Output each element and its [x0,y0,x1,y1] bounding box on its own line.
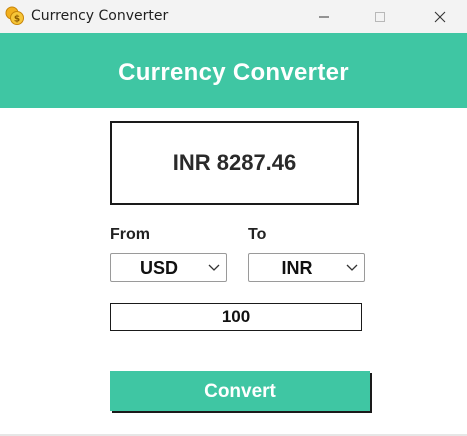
chevron-down-icon [346,264,358,271]
window-title: Currency Converter [31,8,169,24]
chevron-down-icon [208,264,220,271]
close-button[interactable] [417,0,463,33]
from-currency-select[interactable]: USD [110,253,227,282]
from-currency-value: USD [139,258,178,278]
close-icon [434,11,446,23]
to-label: To [248,226,267,243]
maximize-icon [375,12,385,22]
title-bar[interactable]: $ Currency Converter [0,0,467,33]
amount-input[interactable] [110,303,362,331]
convert-button[interactable]: Convert [110,371,370,411]
app-window: $ Currency Converter Currency Converter … [0,0,467,436]
maximize-button[interactable] [357,0,403,33]
result-text: INR 8287.46 [172,150,297,175]
from-label: From [110,226,150,243]
page-title: Currency Converter [118,59,349,86]
svg-text:$: $ [14,15,20,25]
minimize-button[interactable] [301,0,347,33]
convert-button-label: Convert [204,381,276,402]
result-display: INR 8287.46 [110,121,359,205]
to-currency-select[interactable]: INR [248,253,365,282]
minimize-icon [319,16,329,18]
to-currency-value: INR [281,258,313,278]
coin-dollar-icon: $ [5,6,25,26]
